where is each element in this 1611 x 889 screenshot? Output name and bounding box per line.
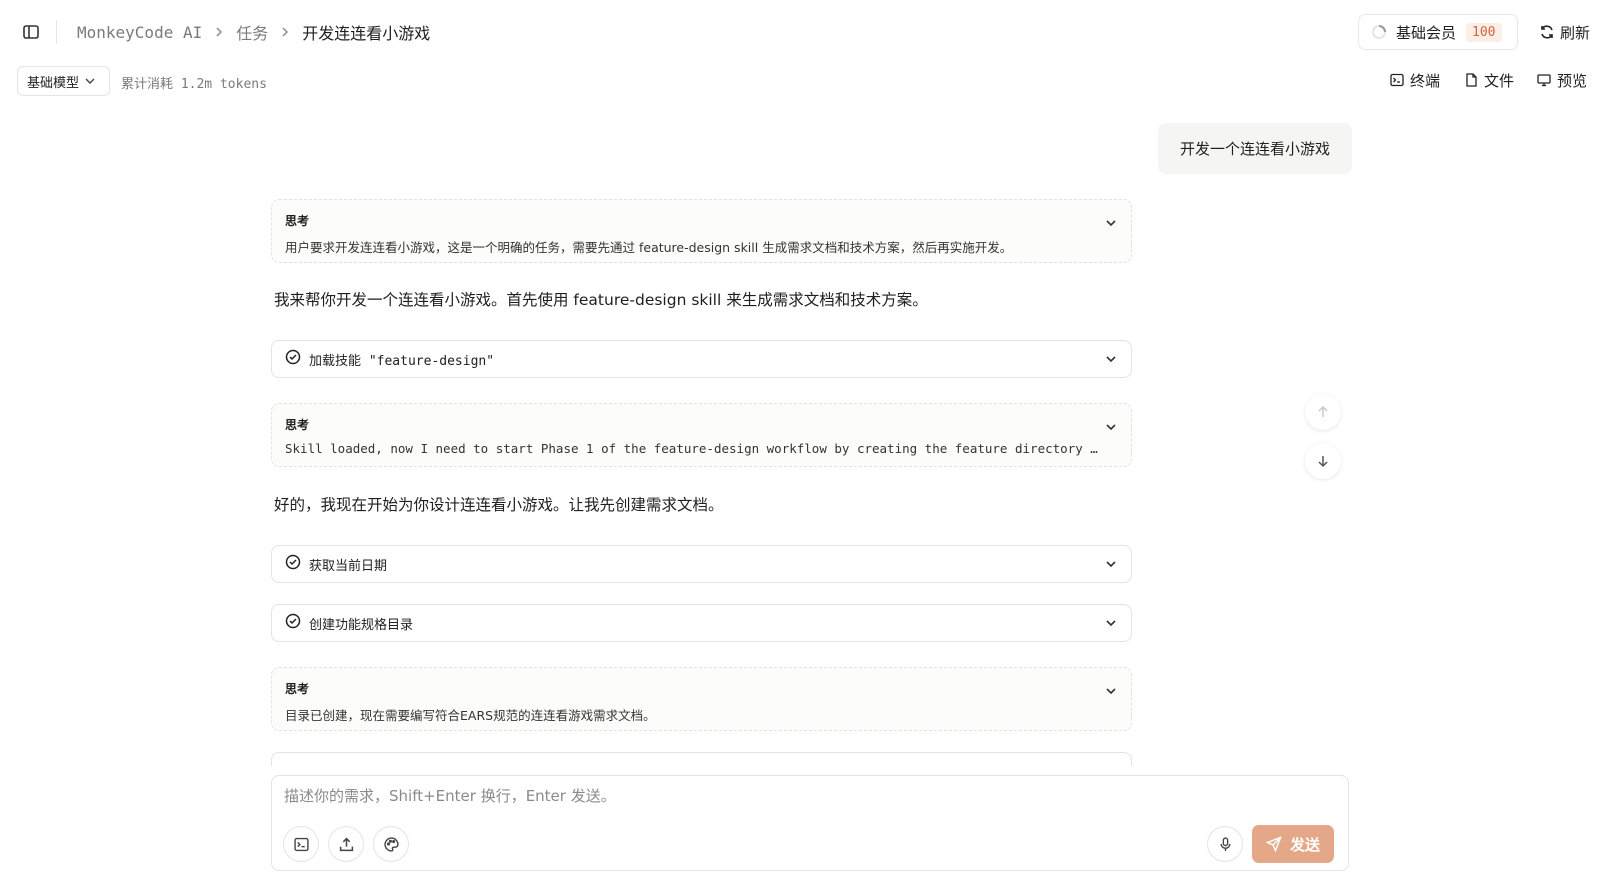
- refresh-label: 刷新: [1560, 23, 1591, 42]
- model-select-value: 基础模型: [27, 75, 80, 91]
- thinking-text: 目录已创建，现在需要编写符合EARS规范的连连看游戏需求文档。: [285, 708, 656, 723]
- breadcrumb-tasks[interactable]: 任务: [236, 20, 268, 44]
- thinking-block: 思考 用户要求开发连连看小游戏，这是一个明确的任务，需要先通过 feature-…: [271, 199, 1132, 263]
- loading-spinner-icon: [1371, 24, 1387, 40]
- assistant-message: 我来帮你开发一个连连看小游戏。首先使用 feature-design skill…: [274, 291, 928, 309]
- thinking-block: 思考 目录已创建，现在需要编写符合EARS规范的连连看游戏需求文档。: [271, 667, 1132, 731]
- thinking-text: 用户要求开发连连看小游戏，这是一个明确的任务，需要先通过 feature-des…: [285, 240, 1013, 255]
- thinking-title: 思考: [285, 418, 310, 432]
- chevron-down-icon: [85, 78, 95, 84]
- message-composer: 发送: [271, 775, 1349, 871]
- tool-call-label: 加载技能 "feature-design": [309, 353, 495, 369]
- refresh-icon: [1541, 25, 1553, 39]
- chevron-down-icon: [1105, 617, 1117, 633]
- preview-button[interactable]: 预览: [1537, 70, 1587, 90]
- chevron-right-icon: [268, 27, 302, 37]
- terminal-label: 终端: [1410, 71, 1441, 90]
- terminal-icon: [1390, 73, 1404, 87]
- check-circle-icon: [285, 349, 301, 369]
- refresh-button[interactable]: 刷新: [1539, 20, 1590, 44]
- files-button[interactable]: 文件: [1465, 70, 1514, 90]
- microphone-icon: [1220, 836, 1230, 851]
- user-message: 开发一个连连看小游戏: [1158, 123, 1352, 174]
- upload-icon: [339, 837, 353, 851]
- assistant-message: 好的，我现在开始为你设计连连看小游戏。让我先创建需求文档。: [274, 496, 724, 514]
- chevron-down-icon[interactable]: [1105, 682, 1117, 701]
- arrow-up-icon: [1318, 405, 1328, 417]
- membership-label: 基础会员: [1396, 23, 1457, 42]
- chevron-down-icon[interactable]: [1105, 418, 1117, 437]
- tool-call-label: 创建功能规格目录: [309, 617, 414, 633]
- send-button[interactable]: 发送: [1252, 825, 1334, 863]
- palette-button[interactable]: [373, 826, 409, 862]
- membership-badge[interactable]: 基础会员 100: [1358, 14, 1518, 50]
- thinking-text: Skill loaded, now I need to start Phase …: [285, 441, 1100, 456]
- files-label: 文件: [1484, 71, 1515, 90]
- check-circle-icon: [285, 554, 301, 574]
- thinking-title: 思考: [285, 214, 310, 228]
- send-icon: [1265, 836, 1282, 852]
- chevron-down-icon: [1105, 353, 1117, 369]
- monitor-icon: [1537, 74, 1551, 87]
- thinking-block: 思考 Skill loaded, now I need to start Pha…: [271, 403, 1132, 467]
- token-usage: 累计消耗 1.2m tokens: [121, 77, 267, 92]
- chevron-down-icon: [1105, 558, 1117, 574]
- palette-icon: [383, 836, 399, 852]
- scroll-up-button[interactable]: [1305, 394, 1341, 430]
- tool-call-card[interactable]: 获取当前日期: [271, 545, 1132, 583]
- chevron-down-icon[interactable]: [1105, 214, 1117, 233]
- thinking-title: 思考: [285, 682, 310, 696]
- message-input[interactable]: [284, 785, 1324, 811]
- sidebar-toggle-icon[interactable]: [22, 23, 40, 41]
- clipped-tool-card: [271, 752, 1132, 766]
- send-label: 发送: [1289, 835, 1320, 854]
- tool-call-card[interactable]: 加载技能 "feature-design": [271, 340, 1132, 378]
- model-select[interactable]: 基础模型: [17, 66, 110, 96]
- header-divider: [56, 20, 57, 44]
- scroll-down-button[interactable]: [1305, 443, 1341, 479]
- terminal-tool-button[interactable]: [283, 826, 319, 862]
- chevron-right-icon: [202, 27, 236, 37]
- points-badge: 100: [1466, 22, 1502, 42]
- preview-label: 预览: [1557, 71, 1588, 90]
- tool-call-card[interactable]: 创建功能规格目录: [271, 604, 1132, 642]
- upload-button[interactable]: [328, 826, 364, 862]
- page-title: 开发连连看小游戏: [302, 24, 431, 43]
- terminal-icon: [293, 837, 309, 851]
- terminal-button[interactable]: 终端: [1390, 70, 1440, 90]
- tool-call-label: 获取当前日期: [309, 558, 388, 574]
- breadcrumb-home[interactable]: MonkeyCode AI: [77, 23, 202, 42]
- arrow-down-icon: [1318, 456, 1328, 468]
- breadcrumb: MonkeyCode AI 任务 开发连连看小游戏: [77, 20, 430, 44]
- microphone-button[interactable]: [1207, 826, 1243, 862]
- file-icon: [1466, 73, 1477, 87]
- check-circle-icon: [285, 613, 301, 633]
